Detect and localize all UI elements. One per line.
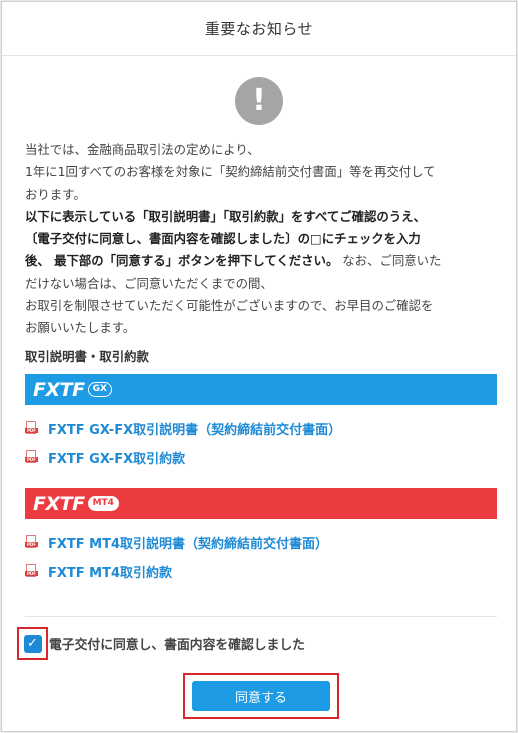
link-label: FXTF GX-FX取引約款 — [48, 452, 186, 467]
notice-line: お取引を制限させていただく可能性がございますので、お早目のご確認を — [25, 298, 434, 314]
link-label: FXTF MT4取引約款 — [48, 566, 173, 581]
logo-text: FXTF — [33, 378, 85, 401]
notice-text: 当社では、金融商品取引法の定めにより、 1年に1回すべてのお客様を対象に「契約締… — [25, 139, 497, 340]
notice-line: お願いいたします。 — [25, 320, 136, 336]
notice-bold-line: 以下に表示している「取引説明書」「取引約款」をすべてご確認のうえ、 — [25, 208, 426, 224]
agree-checkbox[interactable]: ✓ — [23, 634, 42, 653]
pdf-icon: PDF — [25, 564, 38, 579]
notice-line: 1年に1回すべてのお客様を対象に「契約締結前交付書面」等を再交付して — [25, 164, 436, 180]
agree-row: ✓ 電子交付に同意し、書面内容を確認しました — [17, 627, 305, 660]
notice-line: おります。 — [25, 186, 86, 202]
notice-bold-line: 後、 最下部の「同意する」ボタンを押下してください。 — [25, 253, 339, 269]
pdf-icon: PDF — [25, 450, 38, 465]
logo-badge: GX — [87, 382, 112, 397]
notice-dialog: 重要なお知らせ ! 当社では、金融商品取引法の定めにより、 1年に1回すべてのお… — [1, 1, 517, 732]
divider — [25, 616, 497, 617]
gx-manual-link[interactable]: PDF FXTF GX-FX取引説明書（契約締結前交付書面） — [25, 419, 341, 438]
mt4-terms-link[interactable]: PDF FXTF MT4取引約款 — [25, 562, 172, 581]
agree-label[interactable]: 電子交付に同意し、書面内容を確認しました — [49, 634, 305, 653]
section-label: 取引説明書・取引約款 — [25, 349, 149, 364]
fxtf-gx-logo: FXTF GX — [33, 379, 112, 401]
notice-line: 当社では、金融商品取引法の定めにより、 — [25, 142, 260, 157]
checkmark-icon: ✓ — [27, 636, 38, 651]
gx-terms-link[interactable]: PDF FXTF GX-FX取引約款 — [25, 448, 185, 467]
link-label: FXTF GX-FX取引説明書（契約締結前交付書面） — [48, 423, 342, 438]
checkbox-highlight: ✓ — [17, 627, 48, 660]
gx-banner: FXTF GX — [25, 374, 497, 405]
logo-badge: MT4 — [87, 496, 119, 511]
agree-button[interactable]: 同意する — [192, 681, 330, 711]
mt4-banner: FXTF MT4 — [25, 488, 497, 519]
link-label: FXTF MT4取引説明書（契約締結前交付書面） — [48, 537, 329, 552]
mt4-manual-link[interactable]: PDF FXTF MT4取引説明書（契約締結前交付書面） — [25, 533, 328, 552]
dialog-title: 重要なお知らせ — [204, 20, 314, 38]
notice-line: なお、ご同意いた — [338, 253, 442, 269]
alert-icon-wrap: ! — [2, 77, 516, 125]
pdf-icon: PDF — [25, 421, 38, 436]
notice-bold-line: 〔電子交付に同意し、書面内容を確認しました〕の□にチェックを入力 — [25, 231, 421, 247]
dialog-header: 重要なお知らせ — [2, 2, 516, 56]
pdf-icon: PDF — [25, 535, 38, 550]
fxtf-mt4-logo: FXTF MT4 — [33, 493, 119, 515]
button-highlight: 同意する — [183, 673, 339, 719]
logo-text: FXTF — [33, 492, 85, 515]
notice-line: だけない場合は、ご同意いただくまでの間、 — [25, 275, 273, 291]
exclamation-icon: ! — [235, 77, 283, 125]
